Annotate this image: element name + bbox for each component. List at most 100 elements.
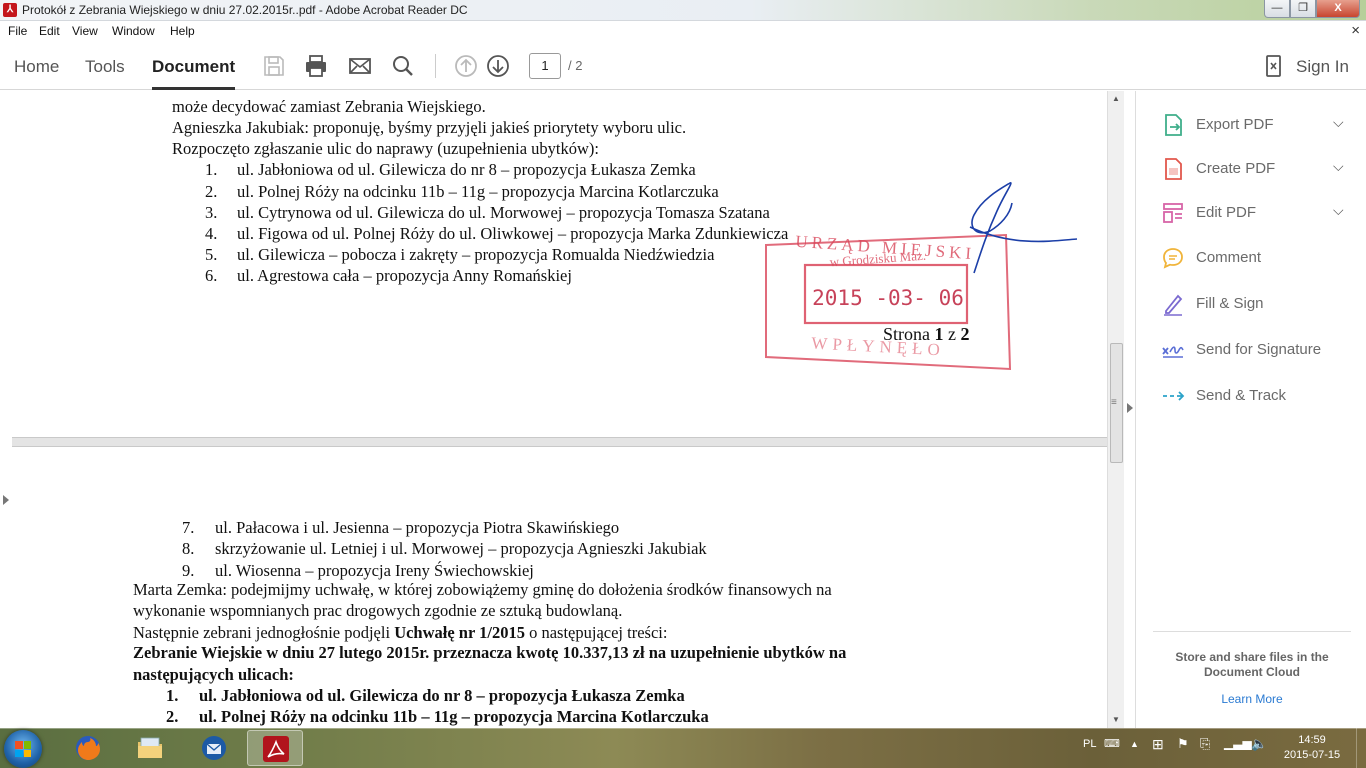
list-item: ul. Pałacowa i ul. Jesienna – propozycja… (215, 518, 620, 537)
doc-line: Marta Zemka: podejmijmy uchwałę, w które… (133, 580, 832, 599)
doc-line: wykonanie wspomnianych prac drogowych zg… (133, 601, 623, 620)
toolbar-separator (435, 54, 436, 78)
comment-icon (1163, 248, 1183, 269)
doc-text: Następnie zebrani jednogłośnie podjęli (133, 623, 395, 642)
tool-label: Send for Signature (1196, 341, 1322, 358)
resolution-text: następujących ulicach: (133, 665, 294, 684)
sign-in-link[interactable]: Sign In (1296, 57, 1349, 77)
list-item-number: 4. (205, 224, 218, 243)
windows-logo-icon (15, 741, 31, 757)
list-item-number: 3. (205, 203, 218, 222)
volume-icon[interactable]: 🔈 (1251, 736, 1267, 752)
search-icon[interactable] (391, 54, 415, 78)
close-button[interactable]: X (1316, 0, 1360, 18)
stamp-date: 2015 -03- 06 (812, 286, 964, 310)
file-explorer-icon (138, 737, 162, 758)
network-icon[interactable]: ▁▃▅ (1224, 736, 1252, 750)
list-item-number: 8. (182, 539, 195, 558)
menu-file[interactable]: File (8, 24, 27, 38)
resolution-text: Zebranie Wiejskie w dniu 27 lutego 2015r… (133, 643, 847, 662)
firefox-icon (76, 736, 100, 760)
window-title: Protokół z Zebrania Wiejskiego w dniu 27… (22, 3, 468, 17)
start-button[interactable] (4, 730, 42, 768)
list-item-number: 5. (205, 245, 218, 264)
scroll-down-icon[interactable]: ▼ (1112, 715, 1120, 724)
tool-label: Comment (1196, 249, 1262, 266)
handwritten-signature (969, 182, 1078, 274)
tool-label: Create PDF (1196, 160, 1276, 177)
list-item-number: 2. (166, 707, 179, 726)
list-item-number: 1. (205, 160, 218, 179)
right-pane-splitter[interactable] (1124, 91, 1136, 728)
list-item: ul. Polnej Róży na odcinku 11b – 11g – p… (237, 182, 719, 201)
create-pdf-icon (1165, 158, 1182, 180)
tool-create-pdf[interactable]: Create PDF ⌵ (1161, 155, 1351, 185)
tool-send-track[interactable]: Send & Track (1161, 382, 1351, 412)
page-separator (12, 437, 1107, 447)
chevron-down-icon[interactable]: ⌵ (1333, 114, 1344, 131)
document-cloud-promo: Store and share files in the Document Cl… (1153, 631, 1351, 706)
taskbar-acrobat[interactable] (247, 730, 303, 766)
system-clock[interactable]: 14:59 2015-07-15 (1276, 733, 1348, 763)
tool-export-pdf[interactable]: Export PDF ⌵ (1161, 111, 1351, 141)
scroll-up-icon[interactable]: ▲ (1112, 94, 1120, 103)
prev-page-icon[interactable] (454, 54, 478, 78)
tab-tools[interactable]: Tools (85, 57, 125, 77)
windows-tray-icon[interactable]: ⊞ (1152, 736, 1164, 753)
expand-left-pane-icon[interactable] (3, 495, 9, 505)
print-icon[interactable] (304, 54, 328, 78)
tool-label: Fill & Sign (1196, 295, 1264, 312)
list-item-number: 6. (205, 266, 218, 285)
minimize-button[interactable]: — (1264, 0, 1290, 18)
page-footer-total: 2 (960, 324, 970, 344)
scroll-grip-icon: ≡ (1111, 397, 1117, 408)
list-item: ul. Jabłoniowa od ul. Gilewicza do nr 8 … (199, 686, 685, 705)
page-footer-prefix: Strona (883, 324, 935, 344)
tool-label: Send & Track (1196, 387, 1287, 404)
clock-date: 2015-07-15 (1283, 749, 1341, 761)
menu-edit[interactable]: Edit (39, 24, 60, 38)
tool-comment[interactable]: Comment (1161, 244, 1351, 274)
menu-bar: File Edit View Window Help × (0, 21, 1366, 42)
page-number-input[interactable]: 1 (529, 53, 561, 79)
page-footer-mid: z (943, 324, 961, 344)
language-indicator[interactable]: PL (1083, 738, 1096, 750)
taskbar-thunderbird[interactable] (186, 730, 242, 766)
left-nav-collapse[interactable] (0, 91, 12, 728)
taskbar-firefox[interactable] (60, 730, 116, 766)
taskbar-file-explorer[interactable] (122, 730, 178, 766)
learn-more-link[interactable]: Learn More (1153, 692, 1351, 706)
send-signature-icon (1162, 346, 1184, 358)
chevron-down-icon[interactable]: ⌵ (1333, 202, 1344, 219)
action-center-flag-icon[interactable]: ⚑ (1177, 736, 1189, 752)
list-item: ul. Polnej Róży na odcinku 11b – 11g – p… (199, 707, 709, 726)
list-item: ul. Agrestowa cała – propozycja Anny Rom… (237, 266, 572, 285)
email-icon[interactable] (348, 54, 372, 78)
export-pdf-icon (1165, 114, 1182, 136)
vertical-scrollbar[interactable]: ▲ ≡ ▼ (1107, 91, 1124, 728)
maximize-button[interactable]: ❐ (1290, 0, 1316, 18)
chevron-down-icon[interactable]: ⌵ (1333, 158, 1344, 175)
save-icon[interactable] (262, 54, 286, 78)
devices-icon[interactable]: ⎘ (1200, 736, 1210, 752)
list-item: skrzyżowanie ul. Letniej i ul. Morwowej … (215, 539, 707, 558)
sign-in-icon[interactable] (1262, 54, 1286, 78)
menu-view[interactable]: View (72, 24, 98, 38)
tab-document[interactable]: Document (152, 57, 236, 90)
tool-edit-pdf[interactable]: Edit PDF ⌵ (1161, 199, 1351, 229)
thunderbird-icon (202, 736, 226, 760)
fill-sign-icon (1164, 294, 1183, 316)
next-page-icon[interactable] (486, 54, 510, 78)
menu-help[interactable]: Help (170, 24, 195, 38)
keyboard-icon[interactable]: ⌨ (1104, 737, 1120, 750)
menu-window[interactable]: Window (112, 24, 155, 38)
tool-fill-sign[interactable]: Fill & Sign (1161, 290, 1351, 320)
show-desktop-button[interactable] (1356, 728, 1366, 768)
close-document-icon[interactable]: × (1351, 22, 1360, 39)
list-item-number: 7. (182, 518, 195, 537)
collapse-right-pane-icon[interactable] (1127, 403, 1133, 413)
tab-home[interactable]: Home (14, 57, 59, 77)
tool-send-for-signature[interactable]: Send for Signature (1161, 336, 1351, 366)
taskbar: PL ⌨ ▲ ⊞ ⚑ ⎘ ▁▃▅ 🔈 14:59 2015-07-15 (0, 728, 1366, 768)
show-hidden-icons-icon[interactable]: ▲ (1130, 739, 1139, 749)
